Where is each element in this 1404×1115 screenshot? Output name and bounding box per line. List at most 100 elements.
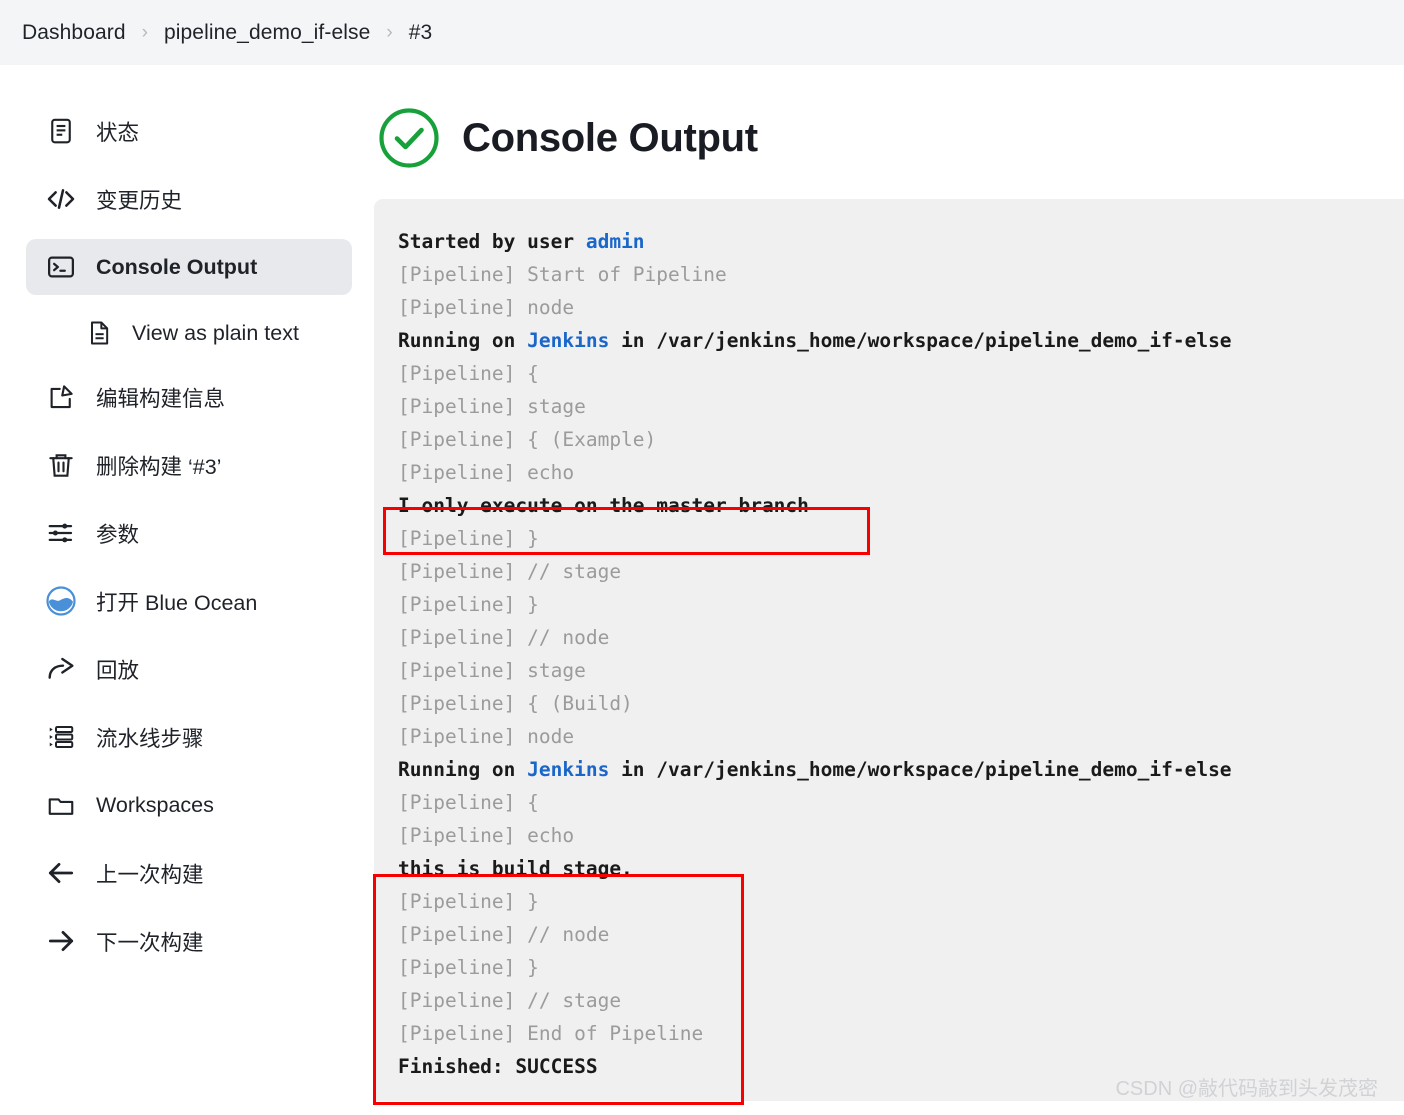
console-log-text: in /var/jenkins_home/workspace/pipeline_… bbox=[609, 329, 1232, 352]
breadcrumb-item-job[interactable]: pipeline_demo_if-else bbox=[164, 21, 370, 45]
console-log-text: [Pipeline] node bbox=[398, 296, 575, 319]
console-log-line: [Pipeline] echo bbox=[398, 819, 1404, 852]
console-log-text: [Pipeline] { bbox=[398, 791, 539, 814]
arrow-right-icon bbox=[44, 924, 78, 958]
console-log-line: Started by user admin bbox=[398, 225, 1404, 258]
sidebar-item-open-blue-ocean[interactable]: 打开 Blue Ocean bbox=[26, 573, 352, 629]
build-sidebar: 状态 变更历史 Console Output View as plain tex… bbox=[0, 65, 370, 981]
console-log-link[interactable]: admin bbox=[586, 230, 645, 253]
console-log-text: Started by user bbox=[398, 230, 586, 253]
console-log-line: [Pipeline] { bbox=[398, 786, 1404, 819]
sidebar-item-label: 回放 bbox=[96, 658, 140, 683]
console-log-line: [Pipeline] // stage bbox=[398, 984, 1404, 1017]
breadcrumb-item-build[interactable]: #3 bbox=[409, 21, 433, 45]
sidebar-item-label: 删除构建 ‘#3’ bbox=[96, 454, 222, 479]
console-log-link[interactable]: Jenkins bbox=[527, 758, 609, 781]
edit-icon bbox=[44, 380, 78, 414]
sidebar-item-console-output[interactable]: Console Output bbox=[26, 239, 352, 295]
console-log-text: [Pipeline] } bbox=[398, 956, 539, 979]
console-log-panel[interactable]: Started by user admin [Pipeline] Start of… bbox=[374, 199, 1404, 1101]
sidebar-item-previous-build[interactable]: 上一次构建 bbox=[26, 845, 352, 901]
console-log-text: [Pipeline] } bbox=[398, 593, 539, 616]
console-log-line: this is build stage. bbox=[398, 852, 1404, 885]
sidebar-item-label: 编辑构建信息 bbox=[96, 386, 226, 411]
console-log-text: [Pipeline] stage bbox=[398, 395, 586, 418]
console-log-text: [Pipeline] } bbox=[398, 527, 539, 550]
watermark: CSDN @敲代码敲到头发茂密 bbox=[1115, 1078, 1378, 1100]
sidebar-item-replay[interactable]: 回放 bbox=[26, 641, 352, 697]
sidebar-item-changes[interactable]: 变更历史 bbox=[26, 171, 352, 227]
console-log-text: [Pipeline] { (Build) bbox=[398, 692, 633, 715]
console-log-line: Running on Jenkins in /var/jenkins_home/… bbox=[398, 753, 1404, 786]
console-log-text: [Pipeline] Start of Pipeline bbox=[398, 263, 727, 286]
console-log-line: [Pipeline] // node bbox=[398, 918, 1404, 951]
sidebar-item-status[interactable]: 状态 bbox=[26, 103, 352, 159]
arrow-left-icon bbox=[44, 856, 78, 890]
breadcrumb: Dashboard › pipeline_demo_if-else › #3 bbox=[0, 0, 1404, 65]
pipeline-steps-icon bbox=[44, 720, 78, 754]
chevron-right-icon: › bbox=[386, 21, 393, 43]
code-icon bbox=[44, 182, 78, 216]
console-log-line: [Pipeline] } bbox=[398, 885, 1404, 918]
sidebar-item-label: 流水线步骤 bbox=[96, 726, 204, 751]
console-log-text: [Pipeline] node bbox=[398, 725, 575, 748]
console-log-line: [Pipeline] echo bbox=[398, 456, 1404, 489]
success-check-circle-icon bbox=[378, 107, 440, 169]
console-log-line: [Pipeline] stage bbox=[398, 390, 1404, 423]
console-log-text: in /var/jenkins_home/workspace/pipeline_… bbox=[609, 758, 1232, 781]
sidebar-item-delete-build[interactable]: 删除构建 ‘#3’ bbox=[26, 437, 352, 493]
trash-icon bbox=[44, 448, 78, 482]
breadcrumb-item-dashboard[interactable]: Dashboard bbox=[22, 21, 126, 45]
console-log-text: [Pipeline] echo bbox=[398, 824, 575, 847]
document-icon bbox=[44, 114, 78, 148]
console-log-line: [Pipeline] } bbox=[398, 522, 1404, 555]
console-log-text: [Pipeline] } bbox=[398, 890, 539, 913]
console-log-line: I only execute on the master branch bbox=[398, 489, 1404, 522]
sidebar-item-edit-build-information[interactable]: 编辑构建信息 bbox=[26, 369, 352, 425]
console-log-text: [Pipeline] stage bbox=[398, 659, 586, 682]
sliders-icon bbox=[44, 516, 78, 550]
sidebar-item-next-build[interactable]: 下一次构建 bbox=[26, 913, 352, 969]
sidebar-item-pipeline-steps[interactable]: 流水线步骤 bbox=[26, 709, 352, 765]
sidebar-item-parameters[interactable]: 参数 bbox=[26, 505, 352, 561]
console-log-link[interactable]: Jenkins bbox=[527, 329, 609, 352]
sidebar-item-label: 状态 bbox=[96, 120, 140, 145]
console-log-line: [Pipeline] } bbox=[398, 588, 1404, 621]
console-log-text: [Pipeline] { bbox=[398, 362, 539, 385]
sidebar-item-label: Workspaces bbox=[96, 792, 214, 817]
console-log-line: [Pipeline] // node bbox=[398, 621, 1404, 654]
console-log-text: [Pipeline] // stage bbox=[398, 989, 622, 1012]
console-log-line: [Pipeline] { bbox=[398, 357, 1404, 390]
sidebar-item-label: Console Output bbox=[96, 254, 258, 279]
console-log-line: Running on Jenkins in /var/jenkins_home/… bbox=[398, 324, 1404, 357]
sidebar-item-label: View as plain text bbox=[132, 320, 299, 345]
console-log-text: Running on bbox=[398, 329, 528, 352]
console-log-text: [Pipeline] // node bbox=[398, 626, 610, 649]
replay-icon bbox=[44, 652, 78, 686]
console-log-text: [Pipeline] // stage bbox=[398, 560, 622, 583]
console-log-line: [Pipeline] { (Build) bbox=[398, 687, 1404, 720]
console-log-line: [Pipeline] } bbox=[398, 951, 1404, 984]
main-content: Console Output Started by user admin [Pip… bbox=[370, 65, 1404, 1101]
chevron-right-icon: › bbox=[141, 21, 148, 43]
console-log-text: this is build stage. bbox=[398, 857, 633, 880]
page-header: Console Output bbox=[370, 65, 1404, 169]
sidebar-item-label: 变更历史 bbox=[96, 188, 183, 213]
console-log-text: Finished: SUCCESS bbox=[398, 1055, 598, 1078]
console-log-text: Running on bbox=[398, 758, 528, 781]
plain-text-file-icon bbox=[82, 316, 116, 350]
console-log-line: [Pipeline] End of Pipeline bbox=[398, 1017, 1404, 1050]
terminal-icon bbox=[44, 250, 78, 284]
sidebar-item-workspaces[interactable]: Workspaces bbox=[26, 777, 352, 833]
console-log-text: [Pipeline] echo bbox=[398, 461, 575, 484]
sidebar-item-view-as-plain-text[interactable]: View as plain text bbox=[26, 307, 352, 359]
console-log-line: [Pipeline] // stage bbox=[398, 555, 1404, 588]
console-log-line: [Pipeline] node bbox=[398, 291, 1404, 324]
console-log-line: [Pipeline] { (Example) bbox=[398, 423, 1404, 456]
sidebar-item-label: 参数 bbox=[96, 522, 140, 547]
console-log-text: [Pipeline] { (Example) bbox=[398, 428, 657, 451]
sidebar-item-label: 打开 Blue Ocean bbox=[96, 590, 258, 615]
console-log-text: [Pipeline] // node bbox=[398, 923, 610, 946]
blue-ocean-icon bbox=[44, 584, 78, 618]
page-title: Console Output bbox=[462, 115, 758, 160]
